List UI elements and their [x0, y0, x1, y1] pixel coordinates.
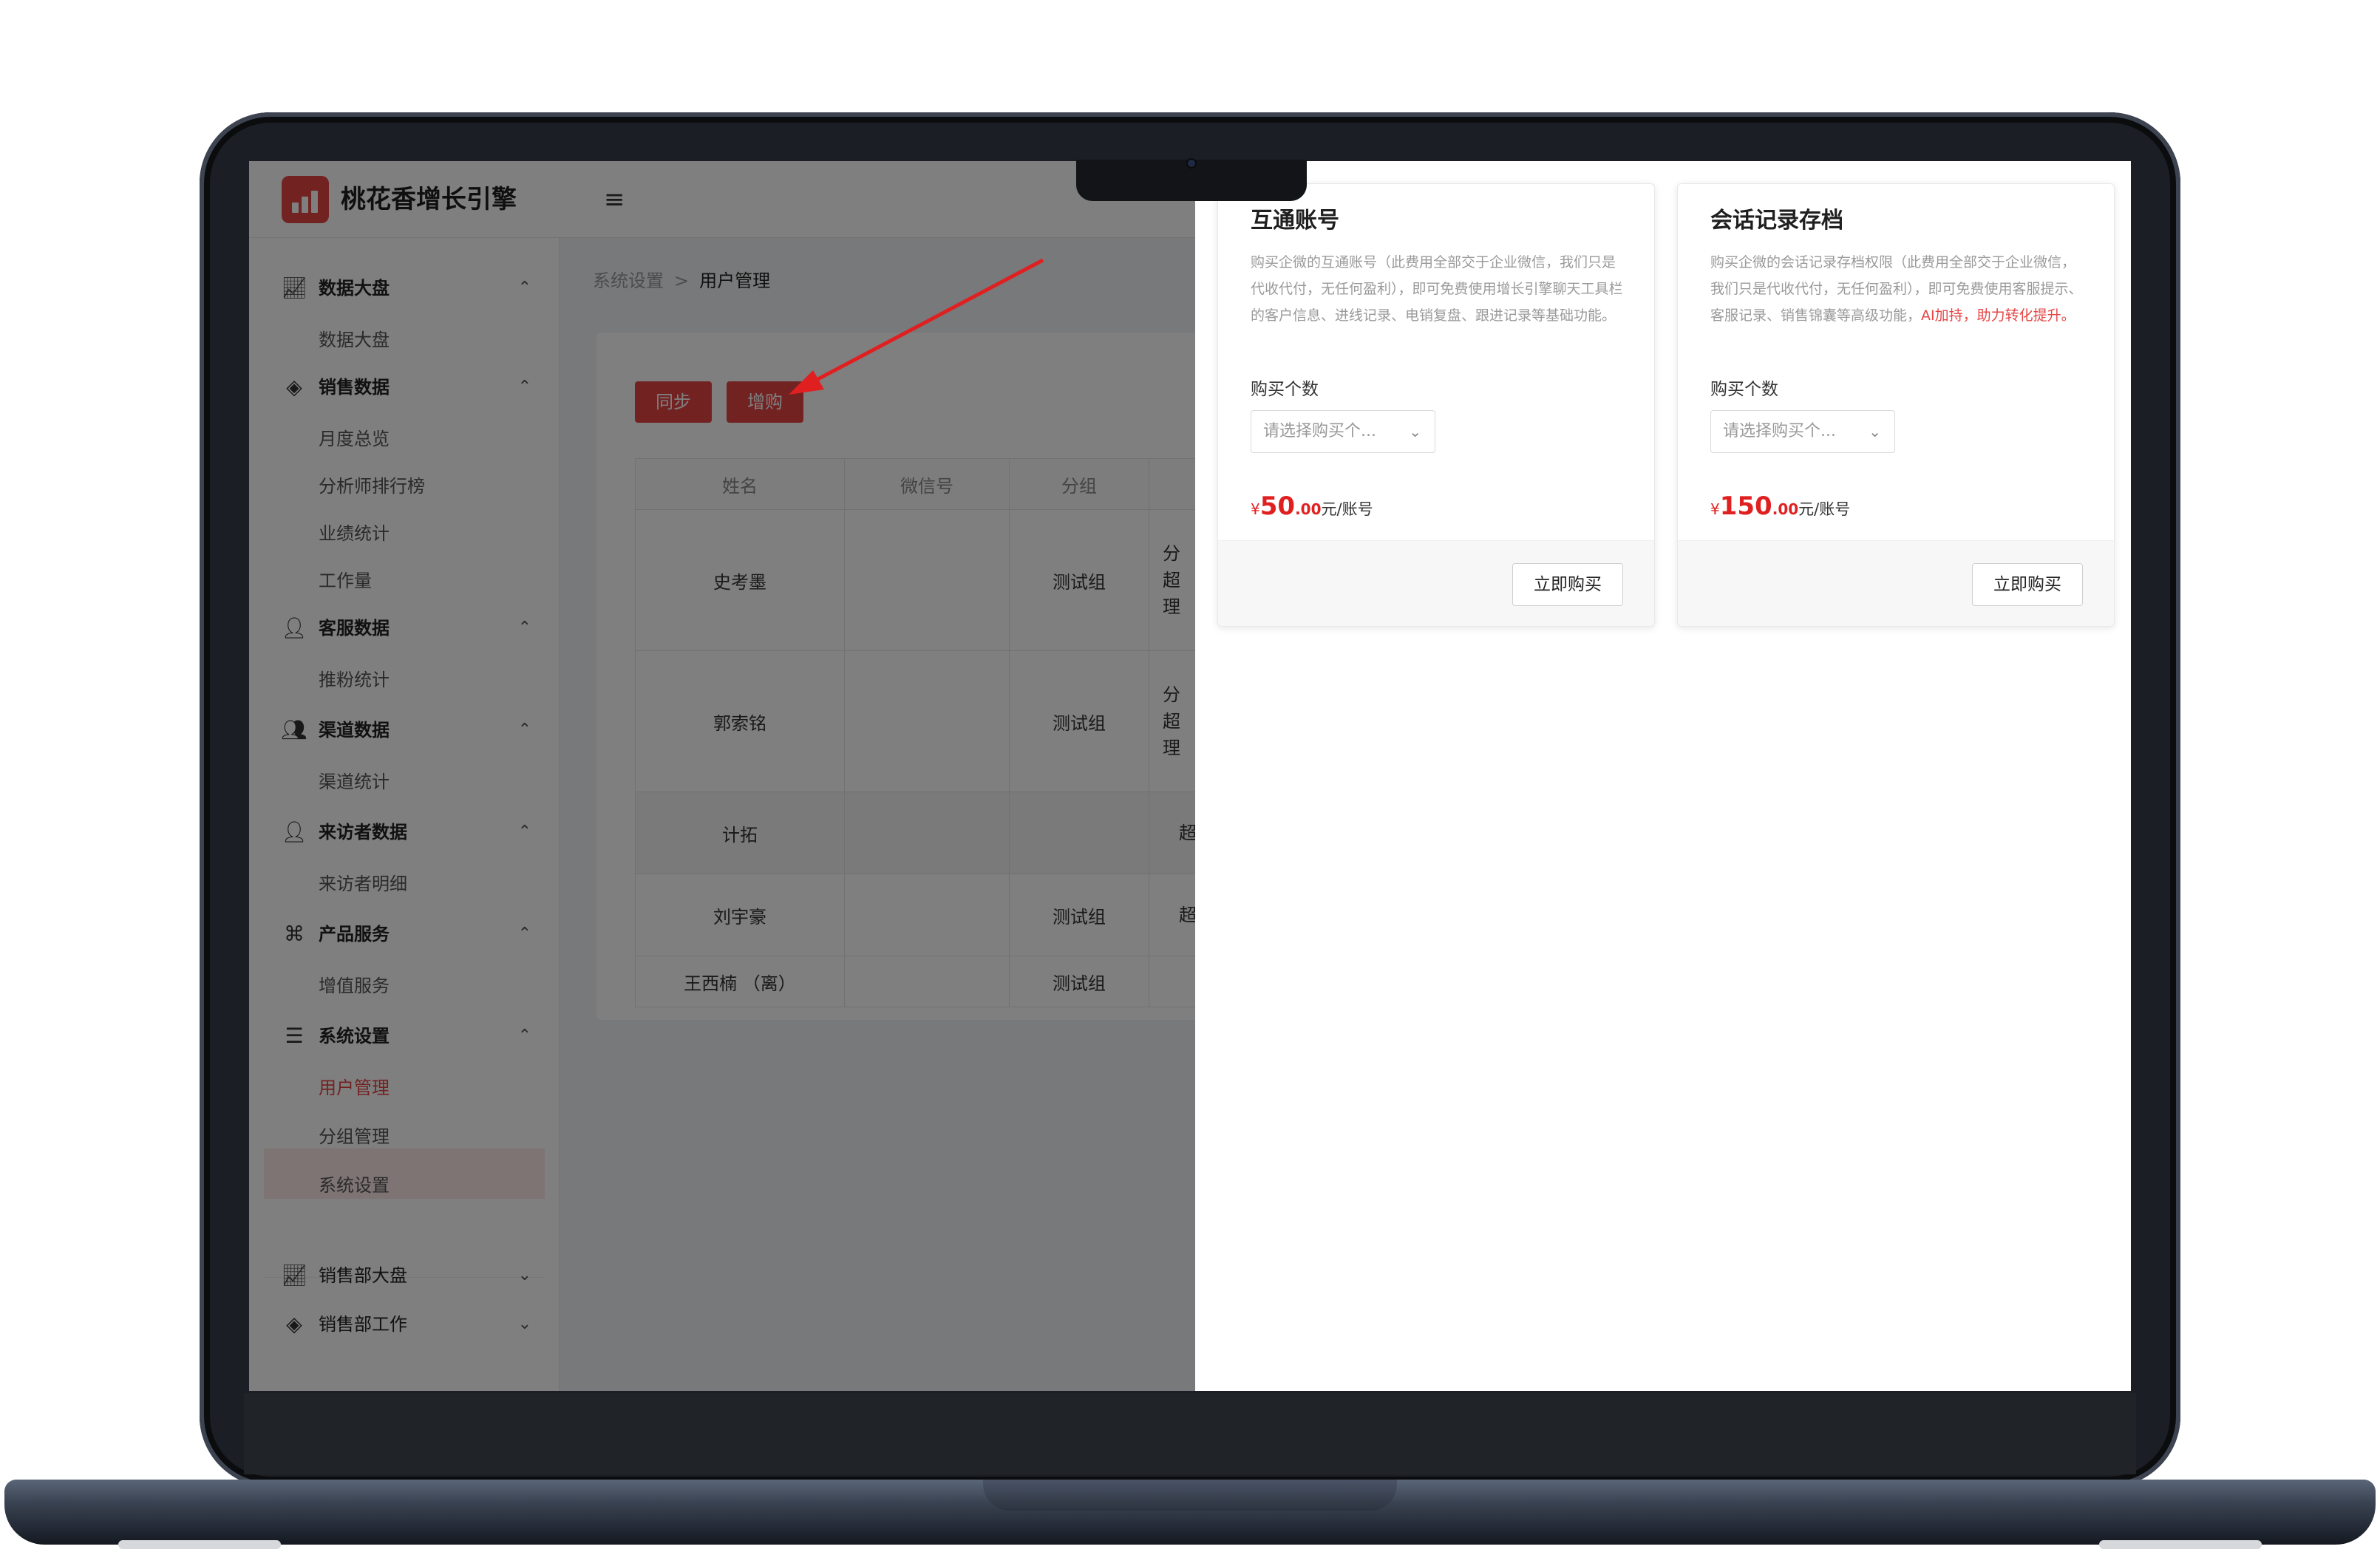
- chevron-down-icon: ⌄: [1869, 423, 1881, 440]
- buy-now-button[interactable]: 立即购买: [1512, 563, 1623, 606]
- app-window: 桃花香增长引擎 ≡ 📈︎ 数据大盘 ⌃ 数据大盘 ◈ 销售数据 ⌃ 月度总览 分…: [249, 161, 2131, 1391]
- quantity-select[interactable]: 请选择购买个... ⌄: [1710, 410, 1895, 453]
- price-decimal: .00: [1295, 500, 1322, 518]
- price-decimal: .00: [1772, 500, 1799, 518]
- annotation-arrow-head: [789, 370, 824, 395]
- laptop-screen: 桃花香增长引擎 ≡ 📈︎ 数据大盘 ⌃ 数据大盘 ◈ 销售数据 ⌃ 月度总览 分…: [249, 161, 2131, 1391]
- quantity-label: 购买个数: [1251, 380, 1319, 399]
- buy-now-button[interactable]: 立即购买: [1972, 563, 2083, 606]
- price-unit: 元/账号: [1798, 500, 1851, 518]
- laptop-base-notch: [983, 1480, 1397, 1511]
- quantity-select[interactable]: 请选择购买个... ⌄: [1251, 410, 1435, 453]
- purchase-drawer: 互通账号 购买企微的互通账号（此费用全部交于企业微信，我们只是代收代付，无任何盈…: [1195, 161, 2131, 1391]
- quantity-label: 购买个数: [1710, 380, 1778, 399]
- annotation-arrow: [789, 258, 1044, 395]
- laptop-foot-right: [2099, 1540, 2262, 1549]
- card-title: 会话记录存档: [1710, 208, 1843, 234]
- card-description: 购买企微的互通账号（此费用全部交于企业微信，我们只是代收代付，无任何盈利），即可…: [1251, 254, 1623, 324]
- card-description: 购买企微的会话记录存档权限（此费用全部交于企业微信，我们只是代收代付，无任何盈利…: [1710, 254, 2083, 324]
- card-description-highlight: AI加持，助力转化提升。: [1921, 307, 2075, 324]
- card-title: 互通账号: [1251, 208, 1339, 234]
- card-footer: 立即购买: [1678, 540, 2114, 626]
- laptop-bezel: [244, 1393, 2136, 1474]
- camera-notch: [1076, 160, 1307, 201]
- price-currency: ¥: [1710, 500, 1720, 518]
- card-footer: 立即购买: [1218, 540, 1654, 626]
- price-unit: 元/账号: [1321, 500, 1373, 518]
- camera-icon: [1188, 160, 1195, 167]
- price-integer: 150: [1719, 491, 1772, 521]
- product-card-interop-account: 互通账号 购买企微的互通账号（此费用全部交于企业微信，我们只是代收代付，无任何盈…: [1217, 183, 1655, 627]
- price-display: ¥50.00元/账号: [1251, 486, 1373, 531]
- annotation-arrow-line: [798, 258, 1044, 391]
- price-integer: 50: [1259, 491, 1296, 521]
- quantity-select-placeholder: 请选择购买个...: [1723, 422, 1836, 440]
- price-currency: ¥: [1251, 500, 1260, 518]
- chevron-down-icon: ⌄: [1409, 423, 1421, 440]
- quantity-select-placeholder: 请选择购买个...: [1263, 422, 1376, 440]
- laptop-foot-left: [118, 1540, 281, 1549]
- product-card-chat-archive: 会话记录存档 购买企微的会话记录存档权限（此费用全部交于企业微信，我们只是代收代…: [1677, 183, 2115, 627]
- price-display: ¥150.00元/账号: [1710, 486, 1850, 531]
